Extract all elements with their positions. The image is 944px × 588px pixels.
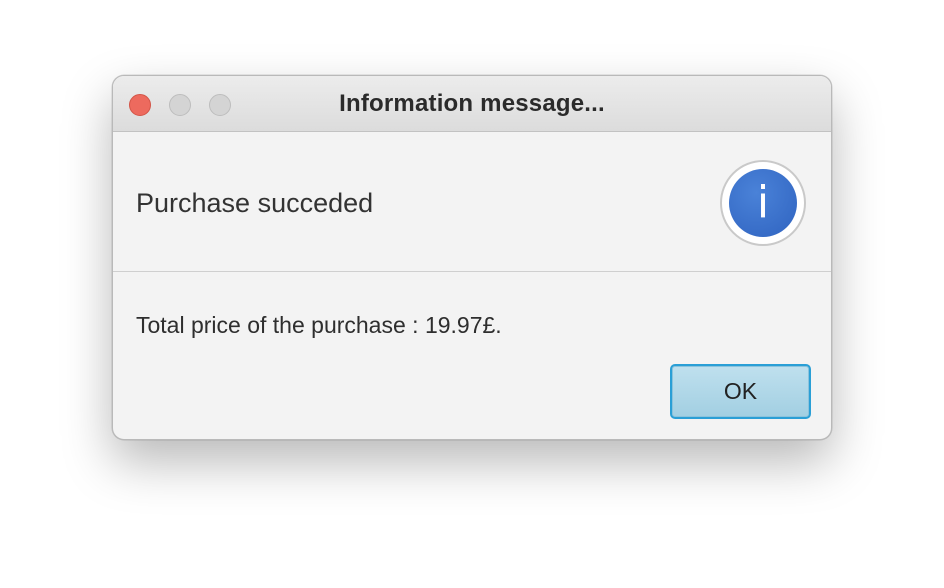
ok-button[interactable]: OK	[670, 364, 811, 419]
header-text: Purchase succeded	[136, 188, 374, 218]
dialog-header: Purchase succeded i	[113, 132, 831, 272]
information-dialog: Information message... Purchase succeded…	[112, 75, 832, 440]
title-bar[interactable]: Information message...	[113, 76, 831, 132]
content-text: Total price of the purchase : 19.97£.	[136, 312, 502, 338]
information-icon: i	[720, 160, 806, 246]
dialog-title: Information message...	[339, 90, 605, 117]
information-icon-disc: i	[729, 169, 797, 237]
desktop-background: Information message... Purchase succeded…	[0, 0, 944, 588]
information-icon-glyph: i	[756, 177, 770, 228]
